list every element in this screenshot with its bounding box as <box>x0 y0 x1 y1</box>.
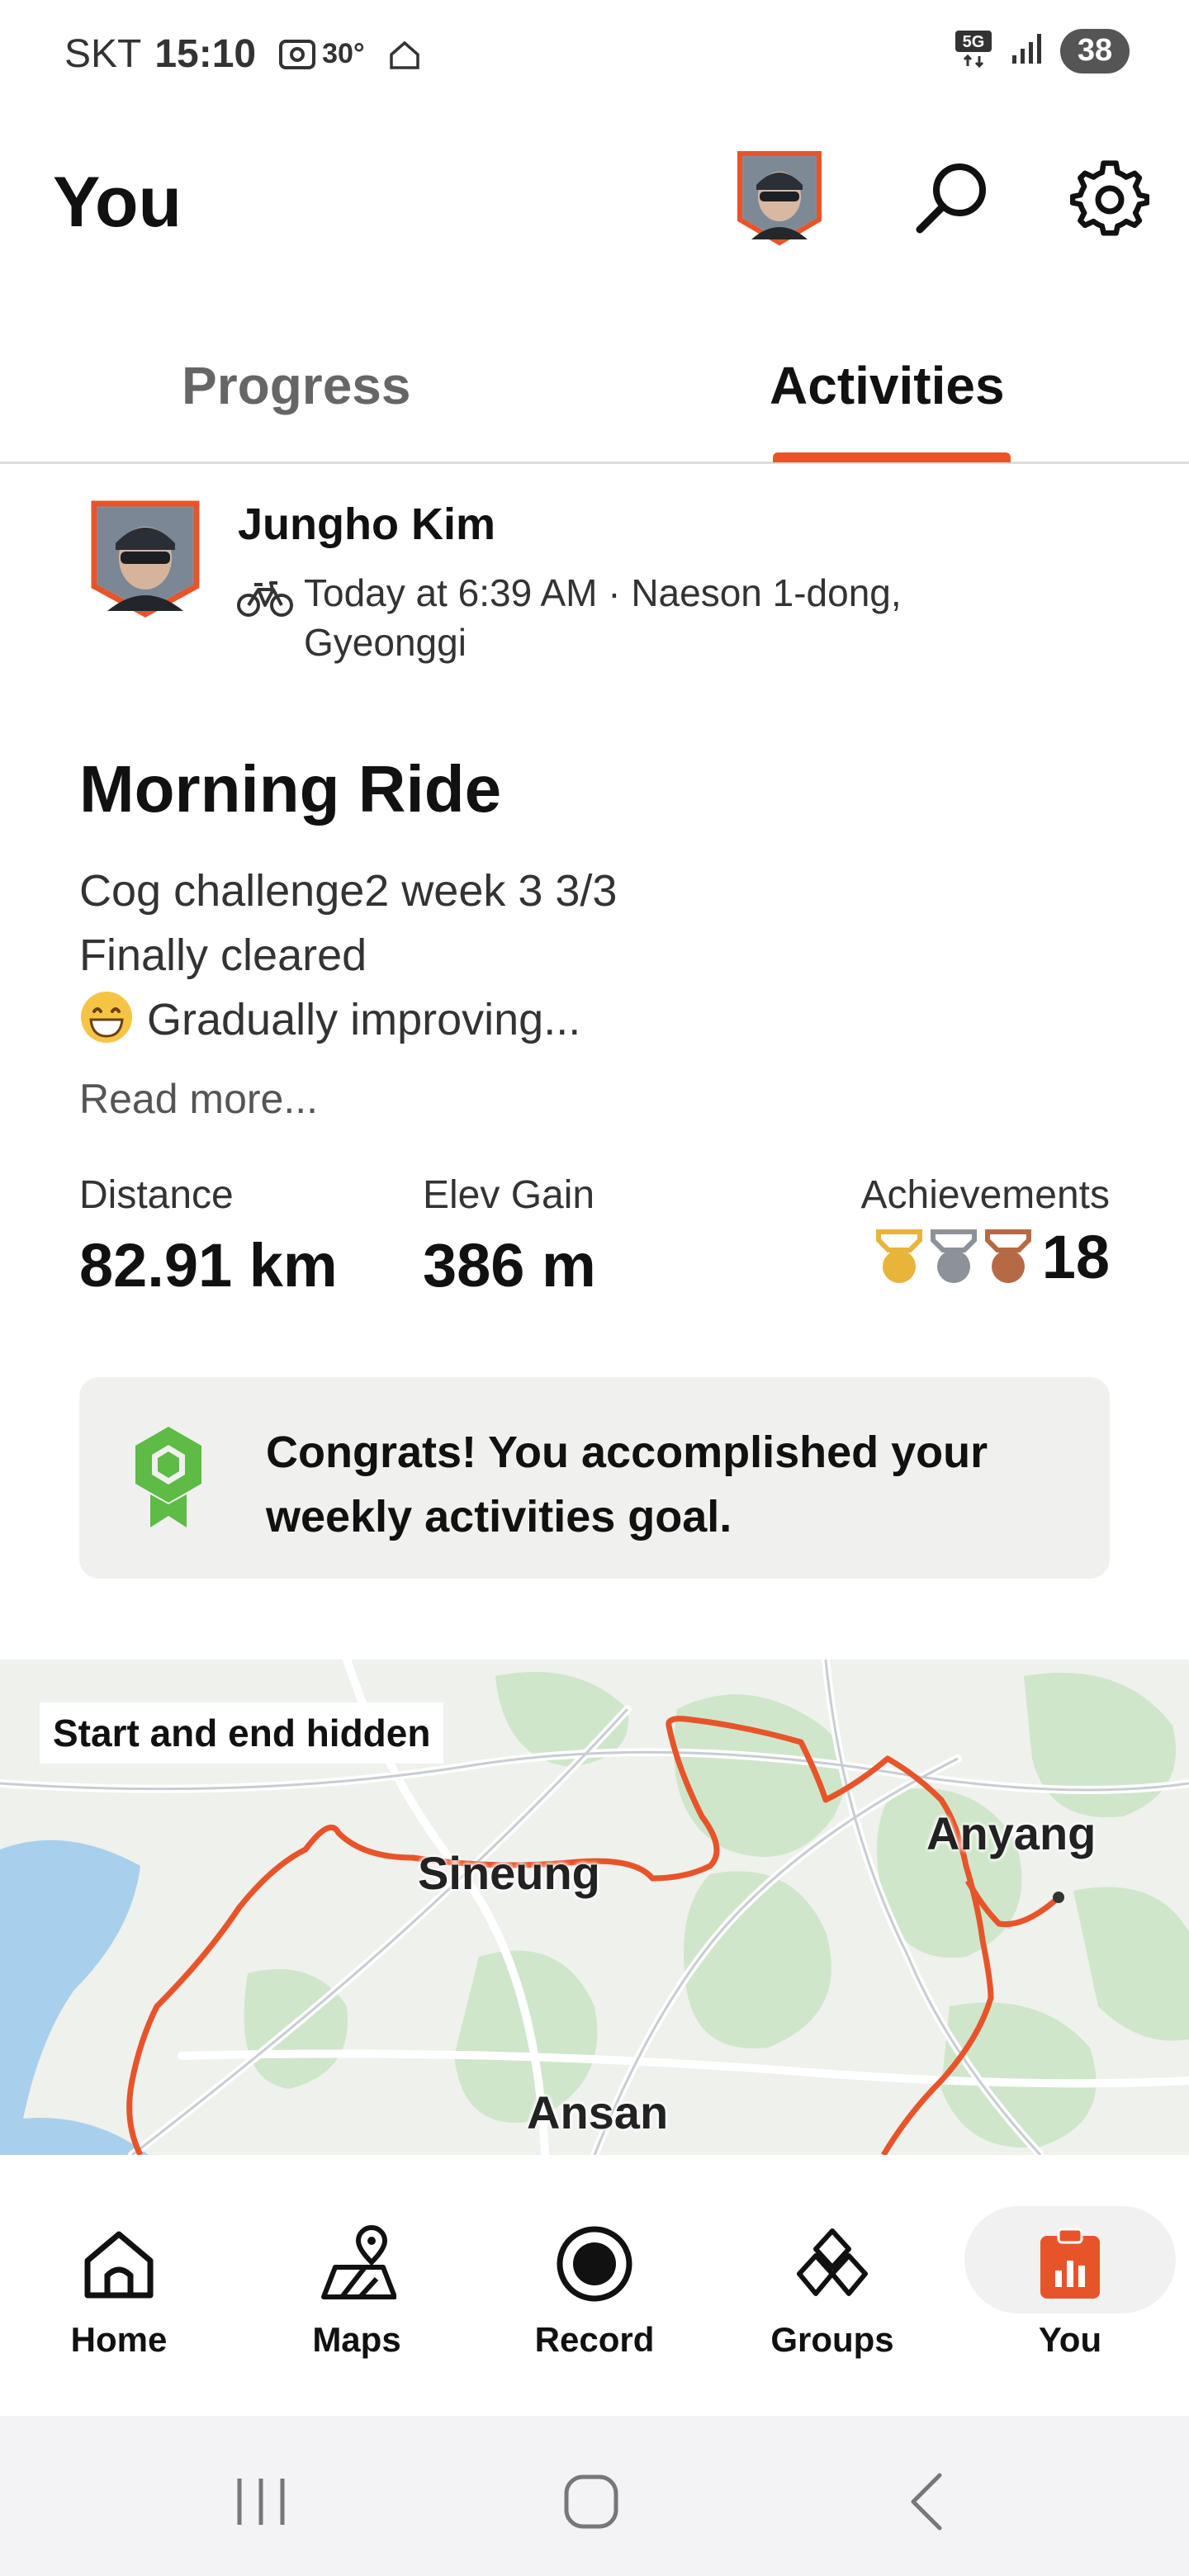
route-map[interactable]: Start and end hidden Sineung Anyang Ansa… <box>0 1660 1189 2155</box>
home-button-icon[interactable] <box>558 2469 624 2535</box>
signal-icon <box>1009 31 1045 71</box>
system-navigation-bar <box>0 2416 1189 2576</box>
distance-label: Distance <box>79 1173 234 1217</box>
bottom-nav: Home Maps Record Groups You <box>0 2155 1189 2416</box>
home-icon <box>79 2224 159 2304</box>
profile-avatar[interactable] <box>735 149 824 246</box>
carrier-label: SKT <box>64 32 142 76</box>
nav-you[interactable]: You <box>951 2155 1189 2416</box>
description-text: Gradually improving... <box>147 995 581 1044</box>
athlete-avatar[interactable] <box>89 499 201 618</box>
goal-banner[interactable]: Congrats! You accomplished your weekly a… <box>79 1377 1110 1579</box>
network-5g-icon: 5G <box>953 28 994 73</box>
clock: 15:10 <box>154 32 257 76</box>
elevation-value: 386 m <box>423 1231 596 1300</box>
athlete-name[interactable]: Jungho Kim <box>238 499 495 550</box>
bronze-medal-icon <box>983 1229 1034 1286</box>
nav-maps-label: Maps <box>312 2320 401 2359</box>
status-bar: SKT 15:10 30° 5G 38 <box>0 0 1189 116</box>
nav-groups[interactable]: Groups <box>713 2155 951 2416</box>
app-header: You <box>0 132 1189 281</box>
tab-activities[interactable]: Activities <box>770 355 1005 416</box>
achievements-label: Achievements <box>860 1173 1110 1217</box>
record-icon <box>555 2224 634 2304</box>
achievements-count: 18 <box>1041 1223 1110 1291</box>
search-icon[interactable] <box>910 157 992 239</box>
activity-date-location: Today at 6:39 AM · Naeson 1-dong, <box>304 571 902 614</box>
tab-bar: Progress Activities <box>0 314 1189 464</box>
description-line: Cog challenge2 week 3 3/3 <box>79 866 618 916</box>
tab-active-indicator <box>773 452 1011 462</box>
maps-icon <box>317 2224 397 2304</box>
temperature-label: 30° <box>322 38 365 69</box>
nav-record-label: Record <box>534 2320 655 2359</box>
activity-location-region: Gyeonggi <box>304 621 467 664</box>
svg-text:5G: 5G <box>963 33 985 51</box>
goal-banner-text: Congrats! You accomplished your weekly a… <box>266 1428 988 1541</box>
groups-icon <box>793 2224 872 2304</box>
back-icon[interactable] <box>895 2469 961 2535</box>
read-more-link[interactable]: Read more... <box>79 1075 318 1123</box>
nav-you-label: You <box>1038 2320 1102 2359</box>
activity-meta: Today at 6:39 AM · Naeson 1-dong, Gyeong… <box>304 568 1047 667</box>
recent-apps-icon[interactable] <box>228 2469 294 2535</box>
goal-ribbon-icon <box>130 1423 206 1531</box>
description-line: Finally cleared <box>79 930 367 980</box>
achievements-summary[interactable]: 18 <box>874 1222 1110 1292</box>
map-label-sineung: Sineung <box>418 1847 600 1899</box>
home-status-icon <box>386 38 423 71</box>
activity-title[interactable]: Morning Ride <box>79 751 501 827</box>
bike-icon <box>236 578 294 619</box>
settings-gear-icon[interactable] <box>1069 160 1150 239</box>
nav-home-label: Home <box>70 2320 168 2359</box>
elevation-label: Elev Gain <box>423 1173 595 1217</box>
nav-record[interactable]: Record <box>476 2155 713 2416</box>
page-title: You <box>53 163 182 242</box>
gold-medal-icon <box>874 1229 925 1286</box>
map-privacy-badge: Start and end hidden <box>40 1702 444 1764</box>
you-icon <box>1030 2224 1110 2304</box>
tab-progress[interactable]: Progress <box>182 355 410 416</box>
map-label-anyang: Anyang <box>926 1807 1097 1859</box>
activity-description: Cog challenge2 week 3 3/3 Finally cleare… <box>79 859 617 1052</box>
battery-indicator: 38 <box>1060 28 1130 73</box>
screenshot-icon <box>277 36 317 73</box>
distance-value: 82.91 km <box>79 1231 338 1300</box>
map-label-ansan: Ansan <box>527 2086 669 2138</box>
silver-medal-icon <box>928 1229 979 1286</box>
grinning-emoji-icon <box>79 990 134 1044</box>
nav-home[interactable]: Home <box>0 2155 238 2416</box>
description-line: Gradually improving... <box>79 987 617 1052</box>
nav-groups-label: Groups <box>770 2320 894 2359</box>
nav-maps[interactable]: Maps <box>238 2155 476 2416</box>
